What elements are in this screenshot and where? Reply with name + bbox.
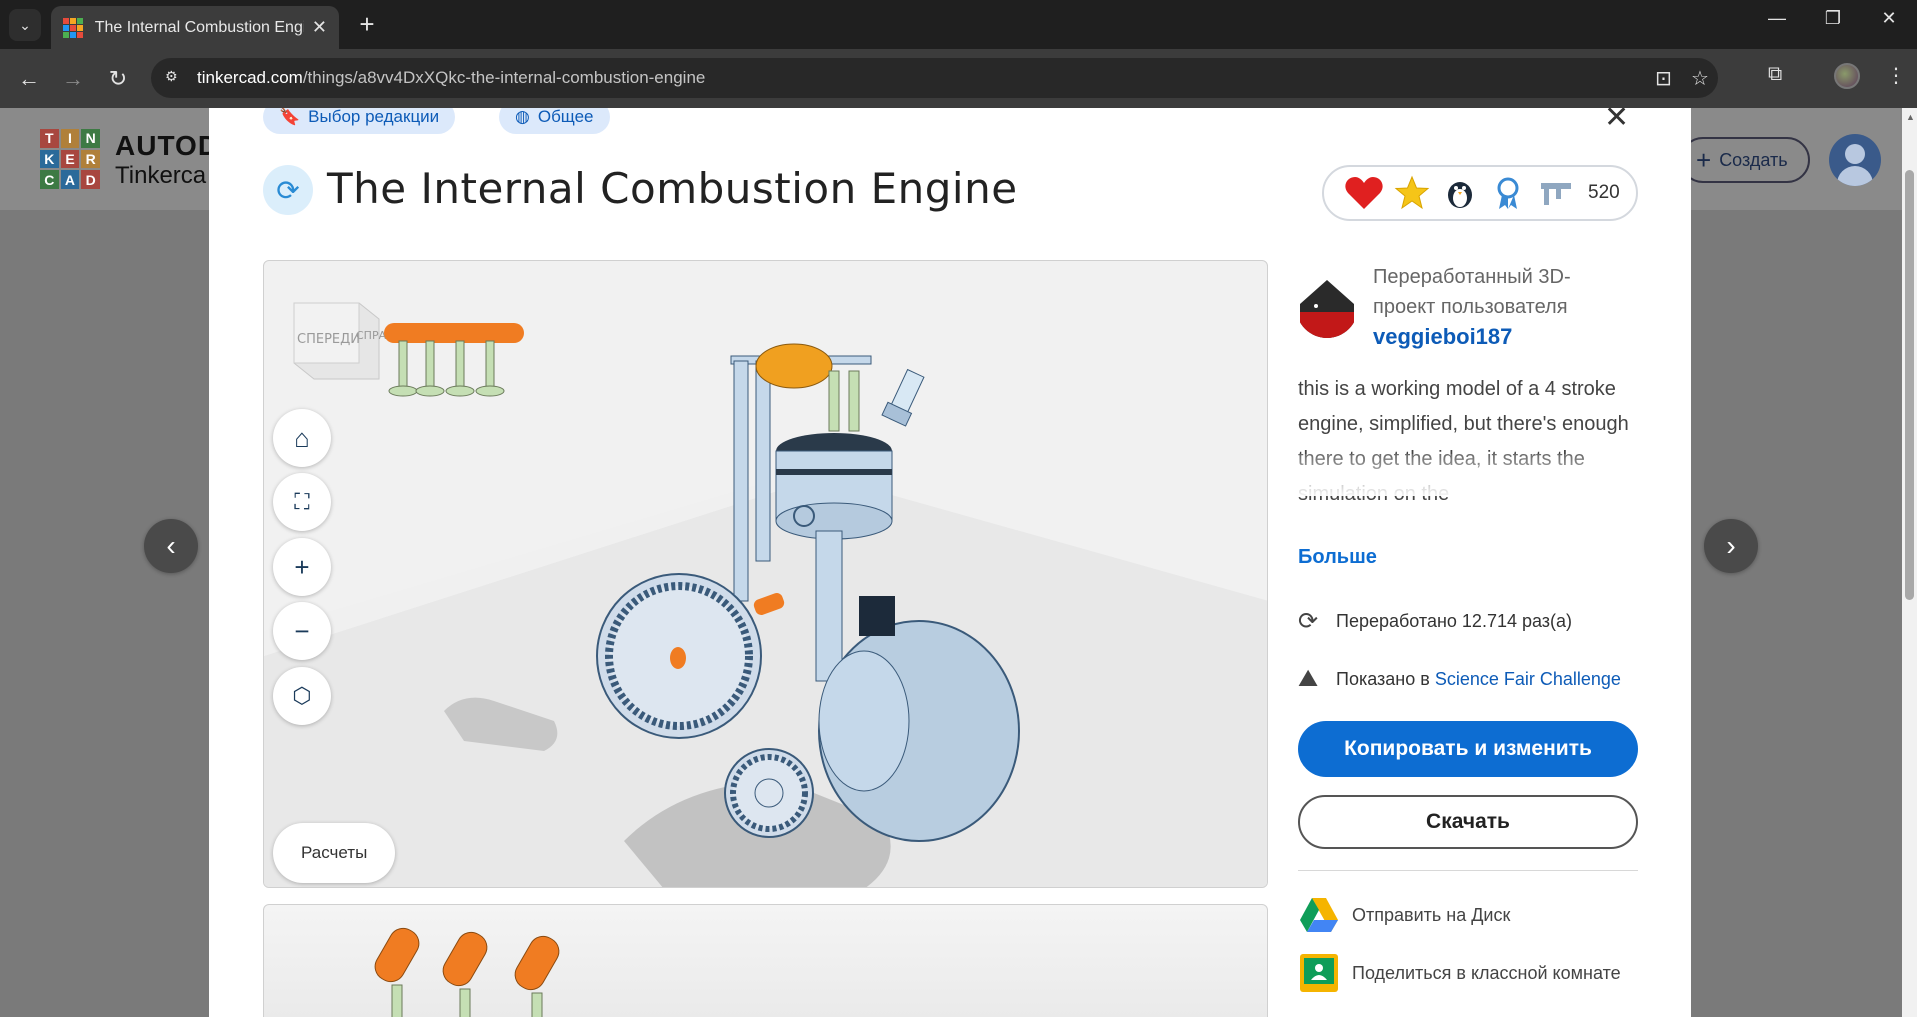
remix-count-row: ⟳ Переработано 12.714 раз(а): [1298, 607, 1572, 636]
featured-prefix: Показано в: [1336, 668, 1430, 689]
browser-tabbar: ⌄ The Internal Combustion Engine ✕ + — ❐…: [0, 0, 1917, 49]
brand-line-1: AUTOD: [115, 130, 220, 161]
featured-row: ⛰ Показано в Science Fair Challenge: [1298, 665, 1621, 693]
remix-count-text: Переработано 12.714 раз(а): [1336, 611, 1573, 631]
next-arrow-icon[interactable]: ›: [1704, 519, 1758, 573]
tab-close-icon[interactable]: ✕: [312, 17, 327, 38]
previous-arrow-icon[interactable]: ‹: [144, 519, 198, 573]
send-to-drive-row[interactable]: Отправить на Диск: [1298, 894, 1510, 936]
chip-general[interactable]: ◍ Общее: [499, 108, 610, 134]
logo-letter: R: [81, 149, 100, 169]
scroll-thumb[interactable]: [1905, 170, 1914, 600]
menu-kebab-icon[interactable]: ⋮: [1886, 63, 1906, 88]
autodesk-brand: AUTOD Tinkerca: [115, 130, 219, 190]
zoom-out-icon[interactable]: −: [273, 602, 331, 660]
plus-icon: +: [1696, 144, 1712, 175]
penguin-icon: [1440, 173, 1480, 213]
star-icon: [1392, 173, 1432, 213]
ribbon-icon: 🔖: [279, 108, 301, 126]
view-cube-front: СПЕРЕДИ: [297, 332, 360, 347]
author-name-link[interactable]: veggieboi187: [1373, 324, 1512, 350]
second-preview[interactable]: [263, 904, 1268, 1017]
back-icon[interactable]: ←: [14, 64, 44, 94]
tinkercad-logo[interactable]: T I N K E R C A D: [40, 129, 100, 189]
send-to-drive-label: Отправить на Диск: [1352, 904, 1511, 925]
perspective-cube-icon[interactable]: ⬡: [273, 667, 331, 725]
browser-toolbar: ← → ↻ ⚙ tinkercad.com/things/a8vv4DxXQkc…: [0, 49, 1917, 108]
author-avatar[interactable]: [1296, 276, 1358, 338]
chip-editors-pick[interactable]: 🔖 Выбор редакции: [263, 108, 456, 134]
badge-count: 520: [1588, 182, 1620, 203]
site-info-icon[interactable]: ⚙: [165, 68, 185, 88]
camshaft-render: [374, 927, 560, 1017]
fit-view-icon[interactable]: ⛶: [273, 473, 331, 531]
minimize-icon[interactable]: —: [1762, 8, 1792, 29]
share-classroom-row[interactable]: Поделиться в классной комнате: [1298, 952, 1621, 994]
chip-label: Общее: [537, 108, 594, 126]
engine-render: СПЕРЕДИ СПРАВА: [264, 302, 1267, 887]
home-view-icon[interactable]: ⌂: [273, 409, 331, 467]
logo-letter: N: [81, 129, 100, 148]
award-ribbon-icon: [1488, 173, 1528, 213]
create-button-label: Создать: [1719, 149, 1788, 170]
url-host: tinkercad.com: [197, 68, 303, 87]
remix-count-icon: ⟳: [1298, 608, 1319, 635]
google-classroom-icon: [1300, 954, 1338, 992]
mountain-flag-icon: ⛰: [1298, 665, 1319, 692]
chip-label: Выбор редакции: [308, 108, 440, 126]
zoom-in-icon[interactable]: +: [273, 538, 331, 596]
profile-avatar[interactable]: [1834, 63, 1860, 89]
tinkercad-favicon-icon: [63, 17, 83, 38]
scroll-up-icon[interactable]: ▲: [1906, 112, 1915, 122]
install-app-icon[interactable]: ⊡: [1655, 66, 1672, 91]
window-close-icon[interactable]: ✕: [1874, 8, 1904, 29]
logo-letter: I: [60, 129, 80, 148]
divider: [1298, 870, 1638, 871]
share-classroom-label: Поделиться в классной комнате: [1352, 962, 1621, 983]
modal-close-icon[interactable]: ✕: [1604, 108, 1629, 135]
page-scrollbar[interactable]: ▲: [1902, 108, 1917, 1017]
user-avatar[interactable]: [1829, 134, 1881, 186]
google-drive-icon: [1300, 898, 1338, 932]
globe-icon: ◍: [515, 108, 530, 126]
reload-icon[interactable]: ↻: [103, 64, 133, 94]
more-link[interactable]: Больше: [1298, 546, 1377, 569]
url-path: /things/a8vv4DxXQkc-the-internal-combust…: [302, 68, 706, 87]
tab-title: The Internal Combustion Engine: [94, 18, 304, 36]
logo-letter: A: [60, 170, 80, 189]
restore-icon[interactable]: ❐: [1818, 8, 1848, 29]
logo-letter: D: [81, 170, 100, 189]
tab-search-button[interactable]: ⌄: [9, 9, 41, 41]
page-title: The Internal Combustion Engine: [327, 164, 1018, 213]
forward-icon[interactable]: →: [58, 64, 88, 94]
logo-letter: K: [40, 149, 59, 169]
extensions-icon[interactable]: ⧉: [1768, 63, 1782, 86]
copy-and-edit-button[interactable]: Копировать и изменить: [1298, 721, 1638, 777]
new-tab-button[interactable]: +: [352, 10, 382, 38]
3d-viewer[interactable]: СПЕРЕДИ СПРАВА ⌂ ⛶ + − ⬡ Расчеты: [263, 260, 1268, 888]
logo-letter: T: [40, 129, 59, 148]
logo-letter: C: [40, 170, 59, 189]
create-button[interactable]: + Создать: [1680, 137, 1810, 183]
caliper-icon: [1536, 173, 1576, 213]
design-modal: 🔖 Выбор редакции ◍ Общее ✕ ⟳ The Interna…: [209, 108, 1691, 1017]
bookmark-star-icon[interactable]: ☆: [1691, 66, 1709, 91]
address-bar[interactable]: ⚙ tinkercad.com/things/a8vv4DxXQkc-the-i…: [151, 58, 1718, 98]
badges-bar: 520: [1322, 165, 1638, 221]
featured-challenge-link[interactable]: Science Fair Challenge: [1435, 669, 1621, 690]
remix-icon: ⟳: [263, 165, 313, 215]
logo-letter: E: [60, 149, 80, 169]
calculations-button[interactable]: Расчеты: [273, 823, 396, 883]
browser-tab-active[interactable]: The Internal Combustion Engine ✕: [51, 6, 339, 49]
heart-icon[interactable]: [1344, 173, 1384, 213]
download-button[interactable]: Скачать: [1298, 795, 1638, 849]
remix-attribution-label: Переработанный 3D-проект пользователя: [1373, 266, 1571, 318]
brand-line-2: Tinkerca: [115, 162, 207, 189]
description-fade: [1298, 454, 1638, 496]
